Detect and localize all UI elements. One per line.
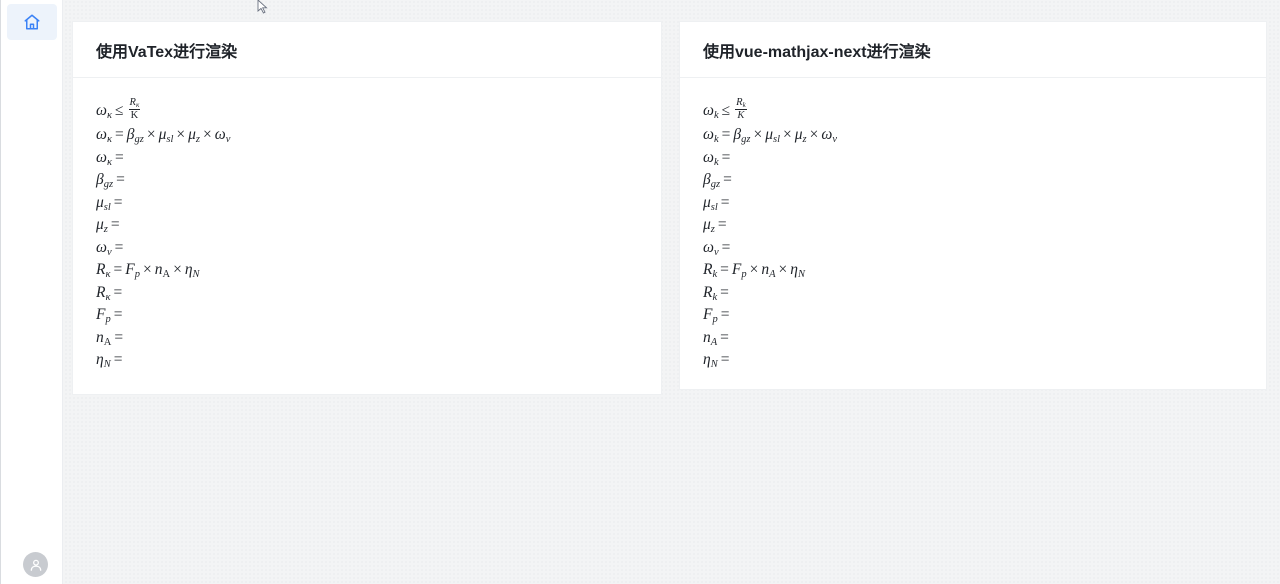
mouse-cursor-icon — [257, 0, 268, 14]
formula-list: ωκ ≤ Rκ K ωκ = βgz × μsl × μz × ωv ωκ = βgz = μsl = μz = ωv = R… — [73, 78, 661, 372]
formula-line: ωκ = — [96, 148, 124, 168]
formula-line: ωk = — [703, 148, 731, 168]
formula-line: ωκ = βgz × μsl × μz × ωv — [96, 126, 231, 145]
formula-line: nA = — [703, 328, 729, 348]
vatex-render-card: 使用VaTex进行渲染 ωκ ≤ Rκ K ωκ = βgz × μsl × μz × ωv ωκ = βgz… — [72, 21, 662, 395]
user-avatar[interactable] — [23, 552, 48, 577]
formula-line: μz = — [703, 216, 727, 235]
formula-line: μsl = — [703, 193, 730, 213]
home-icon — [24, 14, 40, 30]
formula-line: Fp = — [703, 306, 730, 325]
formula-line: ωκ ≤ Rκ K — [96, 97, 141, 122]
mathjax-render-card: 使用vue-mathjax-next进行渲染 ωk ≤ Rk K ωk = βgz × μsl ×… — [679, 21, 1267, 390]
sidebar — [0, 0, 63, 584]
formula-line: Rk = Fp × nA × ηN — [703, 261, 805, 280]
card-title: 使用VaTex进行渲染 — [73, 22, 661, 78]
formula-line: μz = — [96, 216, 120, 235]
formula-line: nA = — [96, 328, 124, 348]
user-icon — [30, 559, 41, 571]
formula-line: ηN = — [703, 351, 730, 370]
formula-line: μsl = — [96, 193, 123, 213]
formula-line: ωk ≤ Rk K — [703, 97, 747, 122]
formula-list: ωk ≤ Rk K ωk = βgz × μsl × μz × ωv ωk = βgz = μsl = μz = ωv = R… — [680, 78, 1266, 372]
formula-line: Rκ = — [96, 283, 123, 303]
card-title: 使用vue-mathjax-next进行渲染 — [680, 22, 1266, 78]
formula-line: ωv = — [703, 238, 731, 258]
nav-home-button[interactable] — [7, 4, 57, 40]
formula-line: ωk = βgz × μsl × μz × ωv — [703, 126, 837, 145]
formula-line: βgz = — [703, 171, 732, 190]
formula-line: βgz = — [96, 171, 125, 190]
formula-line: Rk = — [703, 283, 729, 303]
formula-line: ηN = — [96, 351, 123, 370]
formula-line: Fp = — [96, 306, 123, 325]
formula-line: ωv = — [96, 238, 124, 258]
formula-line: Rκ = Fp × nA × ηN — [96, 261, 200, 280]
